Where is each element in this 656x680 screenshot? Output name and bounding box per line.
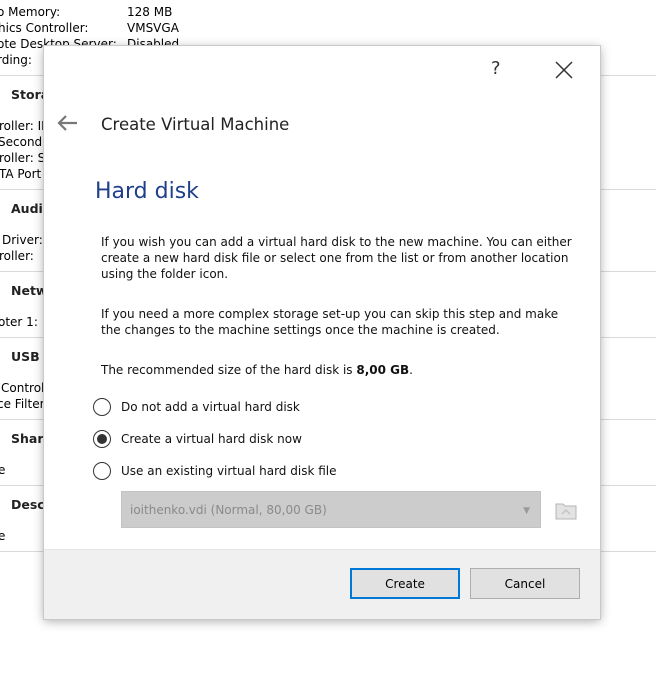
folder-icon bbox=[555, 503, 577, 520]
create-vm-dialog: ? Create Virtual Machine Hard disk If yo… bbox=[44, 46, 600, 619]
detail-key: e bbox=[0, 529, 6, 543]
back-button[interactable] bbox=[56, 113, 80, 133]
recommended-size-text: The recommended size of the hard disk is… bbox=[101, 362, 581, 378]
recommended-prefix: The recommended size of the hard disk is bbox=[101, 363, 357, 377]
detail-key: hics Controller: bbox=[0, 21, 89, 35]
cancel-button[interactable]: Cancel bbox=[470, 568, 580, 599]
radio-button[interactable] bbox=[93, 398, 111, 416]
recommended-suffix: . bbox=[409, 363, 413, 377]
radio-label[interactable]: Use an existing virtual hard disk file bbox=[121, 464, 336, 478]
detail-key: rding: bbox=[0, 53, 32, 67]
radio-existing-disk[interactable]: Use an existing virtual hard disk file bbox=[93, 460, 336, 482]
existing-disk-value: ioithenko.vdi (Normal, 80,00 GB) bbox=[130, 503, 327, 517]
radio-create-disk[interactable]: Create a virtual hard disk now bbox=[93, 428, 302, 450]
existing-disk-select[interactable]: ioithenko.vdi (Normal, 80,00 GB) ▼ bbox=[121, 491, 541, 528]
radio-no-disk[interactable]: Do not add a virtual hard disk bbox=[93, 396, 300, 418]
detail-key: Driver: bbox=[2, 233, 43, 247]
radio-button[interactable] bbox=[93, 430, 111, 448]
radio-label[interactable]: Create a virtual hard disk now bbox=[121, 432, 302, 446]
recommended-size-value: 8,00 GB bbox=[356, 363, 410, 377]
detail-value: VMSVGA bbox=[127, 21, 179, 35]
detail-value: 128 MB bbox=[127, 5, 173, 19]
detail-key: roller: ID bbox=[0, 119, 51, 133]
help-button[interactable]: ? bbox=[491, 58, 501, 79]
storage-paragraph: If you need a more complex storage set-u… bbox=[101, 307, 559, 337]
section-title-network[interactable]: Netw bbox=[11, 283, 47, 298]
radio-label[interactable]: Do not add a virtual hard disk bbox=[121, 400, 300, 414]
dialog-title: Create Virtual Machine bbox=[101, 115, 290, 134]
detail-key: Second bbox=[0, 135, 43, 149]
detail-key: e bbox=[0, 463, 6, 477]
intro-paragraph: If you wish you can add a virtual hard d… bbox=[101, 235, 572, 281]
close-icon bbox=[555, 61, 573, 79]
radio-button[interactable] bbox=[93, 462, 111, 480]
radio-selected-dot bbox=[97, 434, 107, 444]
detail-key: roller: bbox=[0, 249, 34, 263]
choose-disk-file-button[interactable] bbox=[554, 498, 578, 522]
page-heading: Hard disk bbox=[95, 179, 199, 204]
detail-key: o Memory: bbox=[0, 5, 61, 19]
close-button[interactable] bbox=[552, 58, 576, 82]
section-title-usb[interactable]: USB bbox=[11, 349, 40, 364]
create-button[interactable]: Create bbox=[350, 568, 460, 599]
back-arrow-icon bbox=[57, 115, 77, 131]
detail-key: oter 1: bbox=[0, 315, 38, 329]
chevron-down-icon: ▼ bbox=[523, 506, 530, 516]
